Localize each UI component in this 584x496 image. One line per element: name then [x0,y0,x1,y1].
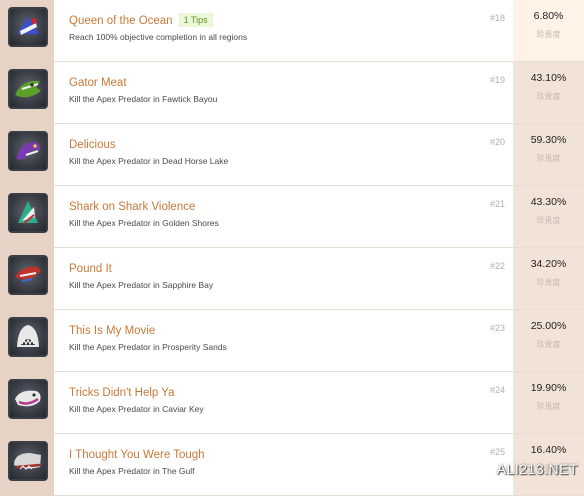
unlock-percent: 43.30% [530,196,567,208]
achievement-description: Kill the Apex Predator in The Gulf [69,466,195,476]
gator-icon [8,69,48,109]
achievement-title[interactable]: Tricks Didn't Help Ya [69,387,175,399]
eel-icon [8,131,48,171]
achievement-title[interactable]: Delicious [69,139,116,151]
achievement-main: Pound It Kill the Apex Predator in Sapph… [54,248,513,309]
achievement-main: I Thought You Were Tough Kill the Apex P… [54,434,513,495]
unlock-percent: 19.90% [530,382,567,394]
rarity-label: 珍贵度 [536,402,561,411]
achievement-row[interactable]: Delicious Kill the Apex Predator in Dead… [0,124,584,186]
percent-cell: 43.10% 珍贵度 [513,62,584,123]
shark-fin-icon [8,193,48,233]
achievement-title[interactable]: Gator Meat [69,77,127,89]
whale-icon [8,379,48,419]
achievement-list: Queen of the Ocean 1 Tips Reach 100% obje… [0,0,584,496]
achievement-main: Tricks Didn't Help Ya Kill the Apex Pred… [54,372,513,433]
icon-cell [0,62,54,124]
achievement-row[interactable]: Shark on Shark Violence Kill the Apex Pr… [0,186,584,248]
rarity-label: 珍贵度 [536,92,561,101]
achievement-description: Kill the Apex Predator in Fawtick Bayou [69,94,218,104]
achievement-main: Queen of the Ocean 1 Tips Reach 100% obje… [54,0,513,61]
achievement-rank: #18 [489,13,505,23]
queen-emblem-icon [8,7,48,47]
achievement-description: Kill the Apex Predator in Golden Shores [69,218,219,228]
achievement-title[interactable]: Queen of the Ocean [69,15,173,27]
achievement-rank: #24 [489,385,505,395]
watermark: ALI213.NET [496,461,578,477]
sperm-whale-icon [8,441,48,481]
rarity-label: 珍贵度 [536,216,561,225]
percent-cell: 6.80% 珍贵度 [513,0,584,61]
unlock-percent: 16.40% [530,444,567,456]
percent-cell: 25.00% 珍贵度 [513,310,584,371]
icon-cell [0,248,54,310]
achievement-row[interactable]: Tricks Didn't Help Ya Kill the Apex Pred… [0,372,584,434]
achievement-description: Reach 100% objective completion in all r… [69,32,248,42]
achievement-rank: #19 [489,75,505,85]
achievement-row[interactable]: Gator Meat Kill the Apex Predator in Faw… [0,62,584,124]
achievement-main: Shark on Shark Violence Kill the Apex Pr… [54,186,513,247]
rarity-label: 珍贵度 [536,154,561,163]
achievement-description: Kill the Apex Predator in Dead Horse Lak… [69,156,229,166]
great-white-jaws-icon [8,317,48,357]
icon-cell [0,186,54,248]
rarity-label: 珍贵度 [536,30,561,39]
tips-badge[interactable]: 1 Tips [178,13,213,27]
red-shark-icon [8,255,48,295]
percent-cell: 59.30% 珍贵度 [513,124,584,185]
achievement-description: Kill the Apex Predator in Caviar Key [69,404,204,414]
unlock-percent: 34.20% [530,258,567,270]
icon-cell [0,0,54,62]
achievement-main: Delicious Kill the Apex Predator in Dead… [54,124,513,185]
achievement-row[interactable]: Queen of the Ocean 1 Tips Reach 100% obje… [0,0,584,62]
unlock-percent: 25.00% [530,320,567,332]
unlock-percent: 6.80% [533,10,564,22]
percent-cell: 34.20% 珍贵度 [513,248,584,309]
icon-cell [0,372,54,434]
achievement-rank: #20 [489,137,505,147]
achievement-title[interactable]: Shark on Shark Violence [69,201,195,213]
achievement-description: Kill the Apex Predator in Sapphire Bay [69,280,214,290]
achievement-rank: #23 [489,323,505,333]
unlock-percent: 59.30% [530,134,567,146]
achievement-main: Gator Meat Kill the Apex Predator in Faw… [54,62,513,123]
icon-cell [0,434,54,496]
icon-cell [0,124,54,186]
percent-cell: 43.30% 珍贵度 [513,186,584,247]
achievement-title[interactable]: Pound It [69,263,112,275]
achievement-row[interactable]: This Is My Movie Kill the Apex Predator … [0,310,584,372]
rarity-label: 珍贵度 [536,340,561,349]
achievement-rank: #22 [489,261,505,271]
achievement-main: This Is My Movie Kill the Apex Predator … [54,310,513,371]
achievement-rank: #21 [489,199,505,209]
achievement-rank: #25 [489,447,505,457]
achievement-title[interactable]: This Is My Movie [69,325,155,337]
achievement-title[interactable]: I Thought You Were Tough [69,449,205,461]
percent-cell: 19.90% 珍贵度 [513,372,584,433]
achievement-description: Kill the Apex Predator in Prosperity San… [69,342,227,352]
unlock-percent: 43.10% [530,72,567,84]
rarity-label: 珍贵度 [536,278,561,287]
icon-cell [0,310,54,372]
achievement-row[interactable]: Pound It Kill the Apex Predator in Sapph… [0,248,584,310]
